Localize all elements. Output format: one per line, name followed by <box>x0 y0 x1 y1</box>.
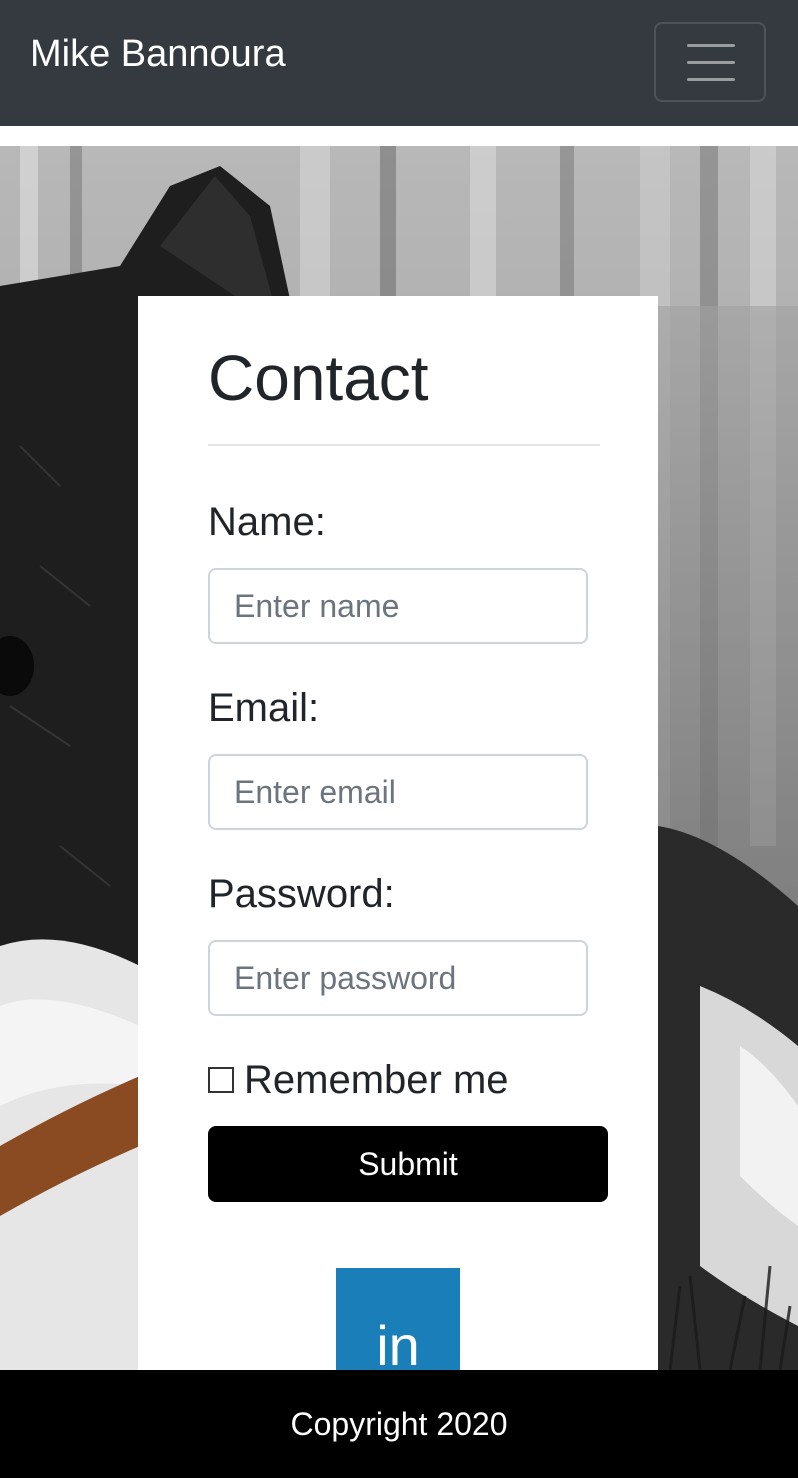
brand-link[interactable]: Mike Bannoura <box>30 30 286 78</box>
remember-me-checkbox[interactable] <box>208 1067 234 1093</box>
linkedin-link[interactable]: in <box>336 1268 460 1370</box>
contact-title: Contact <box>208 342 429 414</box>
linkedin-icon: in <box>376 1314 420 1370</box>
email-input[interactable] <box>208 754 588 830</box>
navbar: Mike Bannoura <box>0 0 798 126</box>
remember-me-row: Remember me <box>208 1056 509 1104</box>
name-input[interactable] <box>208 568 588 644</box>
password-label: Password: <box>208 872 395 916</box>
navbar-toggler-button[interactable] <box>654 22 766 102</box>
submit-button[interactable]: Submit <box>208 1126 608 1202</box>
remember-me-label[interactable]: Remember me <box>244 1056 509 1104</box>
footer: Copyright 2020 <box>0 1370 798 1478</box>
contact-card: Contact Name: Email: Password: Remember … <box>138 296 658 1370</box>
title-divider <box>208 444 600 446</box>
name-label: Name: <box>208 500 326 544</box>
email-label: Email: <box>208 686 320 730</box>
password-input[interactable] <box>208 940 588 1016</box>
copyright-text: Copyright 2020 <box>290 1406 508 1442</box>
